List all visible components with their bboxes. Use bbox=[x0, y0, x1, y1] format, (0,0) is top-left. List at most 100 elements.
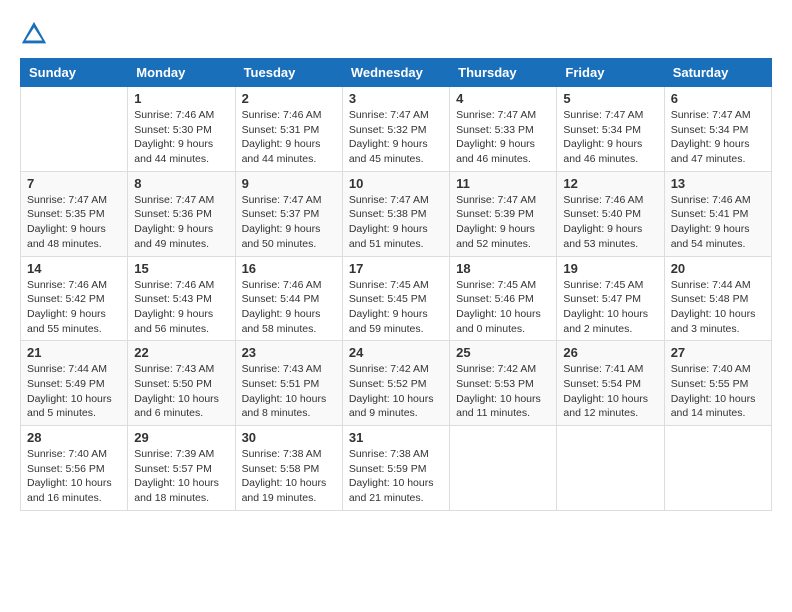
calendar-cell: 22 Sunrise: 7:43 AM Sunset: 5:50 PM Dayli… bbox=[128, 341, 235, 426]
day-info: Sunrise: 7:46 AM Sunset: 5:42 PM Dayligh… bbox=[27, 278, 121, 337]
day-number: 28 bbox=[27, 430, 121, 445]
day-info: Sunrise: 7:47 AM Sunset: 5:33 PM Dayligh… bbox=[456, 108, 550, 167]
day-number: 20 bbox=[671, 261, 765, 276]
day-info: Sunrise: 7:46 AM Sunset: 5:41 PM Dayligh… bbox=[671, 193, 765, 252]
calendar-week-row: 28 Sunrise: 7:40 AM Sunset: 5:56 PM Dayli… bbox=[21, 426, 772, 511]
day-number: 6 bbox=[671, 91, 765, 106]
calendar-cell: 10 Sunrise: 7:47 AM Sunset: 5:38 PM Dayli… bbox=[342, 171, 449, 256]
calendar-cell bbox=[557, 426, 664, 511]
calendar-cell: 15 Sunrise: 7:46 AM Sunset: 5:43 PM Dayli… bbox=[128, 256, 235, 341]
calendar-table: SundayMondayTuesdayWednesdayThursdayFrid… bbox=[20, 58, 772, 511]
day-number: 29 bbox=[134, 430, 228, 445]
day-info: Sunrise: 7:41 AM Sunset: 5:54 PM Dayligh… bbox=[563, 362, 657, 421]
calendar-cell: 21Sunrise: 7:44 AM Sunset: 5:49 PM Dayli… bbox=[21, 341, 128, 426]
calendar-cell: 27 Sunrise: 7:40 AM Sunset: 5:55 PM Dayli… bbox=[664, 341, 771, 426]
calendar-cell bbox=[21, 87, 128, 172]
day-info: Sunrise: 7:38 AM Sunset: 5:58 PM Dayligh… bbox=[242, 447, 336, 506]
day-info: Sunrise: 7:46 AM Sunset: 5:43 PM Dayligh… bbox=[134, 278, 228, 337]
day-info: Sunrise: 7:47 AM Sunset: 5:34 PM Dayligh… bbox=[563, 108, 657, 167]
day-info: Sunrise: 7:39 AM Sunset: 5:57 PM Dayligh… bbox=[134, 447, 228, 506]
calendar-cell: 23Sunrise: 7:43 AM Sunset: 5:51 PM Dayli… bbox=[235, 341, 342, 426]
day-info: Sunrise: 7:44 AM Sunset: 5:49 PM Dayligh… bbox=[27, 362, 121, 421]
day-number: 17 bbox=[349, 261, 443, 276]
day-number: 16 bbox=[242, 261, 336, 276]
day-info: Sunrise: 7:45 AM Sunset: 5:47 PM Dayligh… bbox=[563, 278, 657, 337]
day-number: 31 bbox=[349, 430, 443, 445]
day-number: 3 bbox=[349, 91, 443, 106]
day-info: Sunrise: 7:47 AM Sunset: 5:32 PM Dayligh… bbox=[349, 108, 443, 167]
calendar-cell: 6 Sunrise: 7:47 AM Sunset: 5:34 PM Daylig… bbox=[664, 87, 771, 172]
day-number: 30 bbox=[242, 430, 336, 445]
day-number: 24 bbox=[349, 345, 443, 360]
calendar-cell: 1 Sunrise: 7:46 AM Sunset: 5:30 PM Daylig… bbox=[128, 87, 235, 172]
calendar-week-row: 1 Sunrise: 7:46 AM Sunset: 5:30 PM Daylig… bbox=[21, 87, 772, 172]
day-number: 1 bbox=[134, 91, 228, 106]
calendar-cell: 26 Sunrise: 7:41 AM Sunset: 5:54 PM Dayli… bbox=[557, 341, 664, 426]
calendar-cell: 14 Sunrise: 7:46 AM Sunset: 5:42 PM Dayli… bbox=[21, 256, 128, 341]
day-info: Sunrise: 7:43 AM Sunset: 5:50 PM Dayligh… bbox=[134, 362, 228, 421]
calendar-cell: 9 Sunrise: 7:47 AM Sunset: 5:37 PM Daylig… bbox=[235, 171, 342, 256]
page-header bbox=[20, 20, 772, 48]
day-info: Sunrise: 7:47 AM Sunset: 5:38 PM Dayligh… bbox=[349, 193, 443, 252]
calendar-week-row: 14 Sunrise: 7:46 AM Sunset: 5:42 PM Dayli… bbox=[21, 256, 772, 341]
day-info: Sunrise: 7:47 AM Sunset: 5:36 PM Dayligh… bbox=[134, 193, 228, 252]
day-number: 12 bbox=[563, 176, 657, 191]
day-number: 2 bbox=[242, 91, 336, 106]
day-info: Sunrise: 7:46 AM Sunset: 5:40 PM Dayligh… bbox=[563, 193, 657, 252]
calendar-cell: 25Sunrise: 7:42 AM Sunset: 5:53 PM Dayli… bbox=[450, 341, 557, 426]
calendar-cell: 8 Sunrise: 7:47 AM Sunset: 5:36 PM Daylig… bbox=[128, 171, 235, 256]
day-info: Sunrise: 7:47 AM Sunset: 5:39 PM Dayligh… bbox=[456, 193, 550, 252]
day-number: 5 bbox=[563, 91, 657, 106]
calendar-cell: 13Sunrise: 7:46 AM Sunset: 5:41 PM Dayli… bbox=[664, 171, 771, 256]
logo-icon bbox=[20, 20, 48, 48]
day-info: Sunrise: 7:42 AM Sunset: 5:52 PM Dayligh… bbox=[349, 362, 443, 421]
calendar-cell: 24 Sunrise: 7:42 AM Sunset: 5:52 PM Dayli… bbox=[342, 341, 449, 426]
day-info: Sunrise: 7:38 AM Sunset: 5:59 PM Dayligh… bbox=[349, 447, 443, 506]
calendar-week-row: 21Sunrise: 7:44 AM Sunset: 5:49 PM Dayli… bbox=[21, 341, 772, 426]
calendar-cell: 16 Sunrise: 7:46 AM Sunset: 5:44 PM Dayli… bbox=[235, 256, 342, 341]
calendar-header-row: SundayMondayTuesdayWednesdayThursdayFrid… bbox=[21, 59, 772, 87]
calendar-cell: 29 Sunrise: 7:39 AM Sunset: 5:57 PM Dayli… bbox=[128, 426, 235, 511]
day-number: 11 bbox=[456, 176, 550, 191]
calendar-cell: 28 Sunrise: 7:40 AM Sunset: 5:56 PM Dayli… bbox=[21, 426, 128, 511]
day-number: 10 bbox=[349, 176, 443, 191]
day-header-wednesday: Wednesday bbox=[342, 59, 449, 87]
calendar-cell bbox=[450, 426, 557, 511]
day-info: Sunrise: 7:44 AM Sunset: 5:48 PM Dayligh… bbox=[671, 278, 765, 337]
day-info: Sunrise: 7:43 AM Sunset: 5:51 PM Dayligh… bbox=[242, 362, 336, 421]
day-number: 14 bbox=[27, 261, 121, 276]
day-info: Sunrise: 7:40 AM Sunset: 5:55 PM Dayligh… bbox=[671, 362, 765, 421]
calendar-cell: 31 Sunrise: 7:38 AM Sunset: 5:59 PM Dayli… bbox=[342, 426, 449, 511]
day-info: Sunrise: 7:46 AM Sunset: 5:31 PM Dayligh… bbox=[242, 108, 336, 167]
calendar-cell: 11 Sunrise: 7:47 AM Sunset: 5:39 PM Dayli… bbox=[450, 171, 557, 256]
day-number: 18 bbox=[456, 261, 550, 276]
day-info: Sunrise: 7:47 AM Sunset: 5:34 PM Dayligh… bbox=[671, 108, 765, 167]
calendar-cell: 18 Sunrise: 7:45 AM Sunset: 5:46 PM Dayli… bbox=[450, 256, 557, 341]
day-info: Sunrise: 7:42 AM Sunset: 5:53 PM Dayligh… bbox=[456, 362, 550, 421]
calendar-cell: 2 Sunrise: 7:46 AM Sunset: 5:31 PM Daylig… bbox=[235, 87, 342, 172]
day-header-thursday: Thursday bbox=[450, 59, 557, 87]
calendar-cell: 17 Sunrise: 7:45 AM Sunset: 5:45 PM Dayli… bbox=[342, 256, 449, 341]
calendar-week-row: 7 Sunrise: 7:47 AM Sunset: 5:35 PM Daylig… bbox=[21, 171, 772, 256]
day-number: 7 bbox=[27, 176, 121, 191]
day-info: Sunrise: 7:47 AM Sunset: 5:37 PM Dayligh… bbox=[242, 193, 336, 252]
day-info: Sunrise: 7:47 AM Sunset: 5:35 PM Dayligh… bbox=[27, 193, 121, 252]
day-info: Sunrise: 7:45 AM Sunset: 5:46 PM Dayligh… bbox=[456, 278, 550, 337]
day-info: Sunrise: 7:46 AM Sunset: 5:44 PM Dayligh… bbox=[242, 278, 336, 337]
day-number: 26 bbox=[563, 345, 657, 360]
day-number: 4 bbox=[456, 91, 550, 106]
calendar-cell: 20 Sunrise: 7:44 AM Sunset: 5:48 PM Dayli… bbox=[664, 256, 771, 341]
day-number: 8 bbox=[134, 176, 228, 191]
calendar-cell: 19 Sunrise: 7:45 AM Sunset: 5:47 PM Dayli… bbox=[557, 256, 664, 341]
day-number: 27 bbox=[671, 345, 765, 360]
day-info: Sunrise: 7:46 AM Sunset: 5:30 PM Dayligh… bbox=[134, 108, 228, 167]
day-number: 9 bbox=[242, 176, 336, 191]
day-number: 22 bbox=[134, 345, 228, 360]
day-number: 15 bbox=[134, 261, 228, 276]
day-info: Sunrise: 7:45 AM Sunset: 5:45 PM Dayligh… bbox=[349, 278, 443, 337]
calendar-cell bbox=[664, 426, 771, 511]
day-number: 19 bbox=[563, 261, 657, 276]
day-info: Sunrise: 7:40 AM Sunset: 5:56 PM Dayligh… bbox=[27, 447, 121, 506]
calendar-cell: 12 Sunrise: 7:46 AM Sunset: 5:40 PM Dayli… bbox=[557, 171, 664, 256]
logo bbox=[20, 20, 50, 48]
